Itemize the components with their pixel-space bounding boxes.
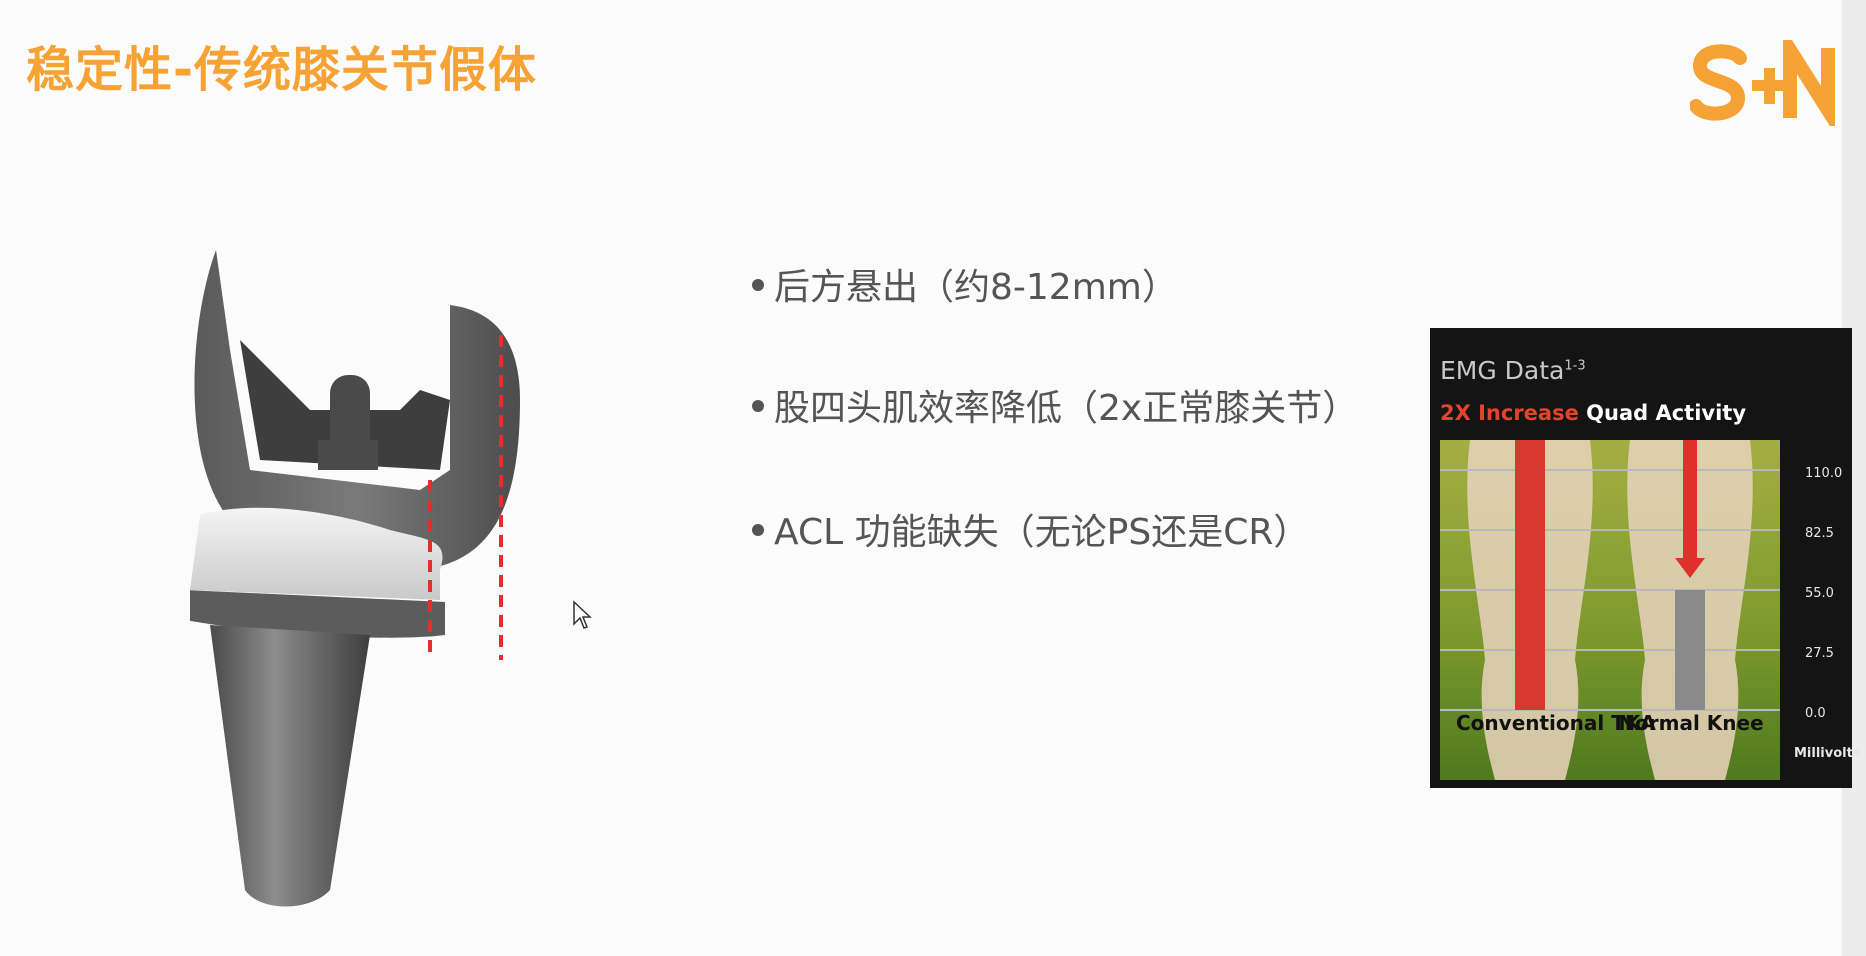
slide-title: 稳定性-传统膝关节假体: [26, 42, 537, 98]
y-axis-unit: Millivolts: [1794, 746, 1861, 761]
bullet-text: ACL 功能缺失（无论PS还是CR）: [774, 512, 1310, 553]
bullet-dot-icon: [752, 524, 764, 536]
chart-title: EMG Data1-3: [1440, 356, 1586, 385]
y-tick-label: 27.5: [1805, 646, 1834, 661]
y-tick-label: 55.0: [1805, 586, 1834, 601]
bullet-item: ACL 功能缺失（无论PS还是CR）: [752, 513, 1309, 553]
bar-normal-knee: [1675, 590, 1705, 710]
bar-conventional-tka: [1515, 440, 1545, 710]
subtitle-highlight: 2X Increase: [1440, 401, 1579, 425]
chart-title-superscript: 1-3: [1564, 358, 1586, 374]
category-label-normal: Normal Knee: [1618, 711, 1764, 735]
bullet-text: 股四头肌效率降低（2x正常膝关节）: [774, 388, 1359, 429]
bullet-dot-icon: [752, 400, 764, 412]
sn-logo-icon: [1690, 40, 1835, 126]
y-tick-label: 0.0: [1805, 706, 1826, 721]
y-tick-label: 82.5: [1805, 526, 1834, 541]
down-arrow-shaft: [1683, 440, 1697, 560]
bullet-dot-icon: [752, 279, 764, 291]
emg-chart: EMG Data1-3 2X Increase Quad Activity Co…: [1430, 328, 1861, 788]
chart-title-text: EMG Data: [1440, 356, 1565, 385]
subtitle-rest: Quad Activity: [1586, 401, 1747, 425]
category-label-tka: Conventional TKA: [1456, 711, 1656, 735]
chart-plot-area: Conventional TKA Normal Knee: [1440, 440, 1780, 780]
bullet-text: 后方悬出（约8-12mm）: [774, 267, 1178, 308]
bullet-item: 后方悬出（约8-12mm）: [752, 268, 1178, 308]
y-tick-label: 110.0: [1805, 466, 1843, 481]
mouse-cursor-icon: [573, 600, 592, 629]
slide: 稳定性-传统膝关节假体 后方悬出（约8-12mm） 股四头肌效率降低（2x正常膝…: [0, 0, 1866, 956]
knee-implant-illustration: [190, 250, 520, 907]
bullet-item: 股四头肌效率降低（2x正常膝关节）: [752, 389, 1358, 429]
chart-subtitle: 2X Increase Quad Activity: [1440, 401, 1746, 425]
